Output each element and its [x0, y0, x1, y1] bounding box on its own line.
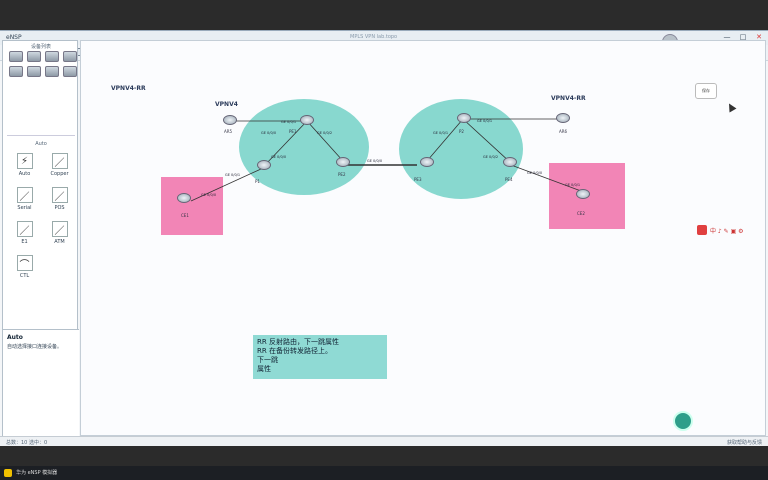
- port-label: GE 0/0/1: [281, 120, 297, 124]
- link: [426, 118, 464, 162]
- port-label: GE 0/0/0: [527, 171, 543, 175]
- note-line: RR 在备份转发路径上。: [257, 347, 332, 355]
- port-label: GE 0/0/1: [433, 131, 449, 135]
- router-label: PE1: [289, 129, 297, 134]
- port-label: GE 0/0/2: [483, 155, 499, 159]
- pos-cable-icon: ／: [51, 187, 68, 203]
- atm-cable-icon: ／: [51, 221, 68, 237]
- port-label: GE 0/0/1: [225, 173, 241, 177]
- status-count: 总数：10 选中：0: [6, 440, 48, 446]
- device-sidebar: 设备列表 Auto ⚡ Auto ／ Copper ／ Serial ／ POS…: [2, 40, 79, 437]
- link: [306, 120, 344, 162]
- cloud-device-icon[interactable]: [27, 66, 41, 77]
- router-label: P1: [255, 179, 260, 184]
- cables-title: Auto: [35, 141, 47, 147]
- note-line: RR 反射路由，下一跳属性: [257, 338, 339, 346]
- link-layer: [190, 118, 582, 202]
- taskbar-text: 华为 eNSP 模拟器: [16, 470, 58, 476]
- cable-label: Auto: [18, 171, 31, 177]
- cable-label: ATM: [54, 239, 65, 245]
- link: [510, 164, 582, 192]
- ime-toolbar[interactable]: 中 ♪ ✎ ▣ ⚙: [697, 225, 765, 235]
- note-line: 下一跳: [257, 356, 278, 364]
- router-icon[interactable]: [223, 115, 237, 125]
- router-label: CE2: [577, 211, 585, 216]
- router-icon[interactable]: [556, 113, 570, 123]
- router-device-icon[interactable]: [9, 51, 23, 62]
- router-icon[interactable]: [257, 160, 271, 170]
- other-device-icon[interactable]: [45, 66, 59, 77]
- router-label: P2: [459, 129, 464, 134]
- cable-label: CTL: [19, 273, 30, 279]
- cable-auto[interactable]: ⚡ Auto: [7, 153, 42, 177]
- ctl-cable-icon: ⌒: [16, 255, 33, 271]
- router-icon[interactable]: [177, 193, 191, 203]
- ime-logo-icon: [697, 225, 707, 235]
- app-taskbar-icon[interactable]: [4, 469, 12, 477]
- router-label: PE2: [338, 172, 346, 177]
- port-label: GE 0/0/1: [477, 119, 493, 123]
- router-icon[interactable]: [336, 157, 350, 167]
- note-textbox[interactable]: RR 反射路由，下一跳属性 RR 在备份转发路径上。 下一跳 属性: [253, 335, 387, 379]
- router-icon[interactable]: [576, 189, 590, 199]
- router-icon[interactable]: [420, 157, 434, 167]
- pc-device-icon[interactable]: [9, 66, 23, 77]
- port-label: GE 0/0/0: [367, 159, 383, 163]
- lightning-icon: ⚡: [16, 153, 33, 169]
- cable-label: Copper: [50, 171, 69, 177]
- zone-label-vpnv4-rr-right: VPNV4-RR: [551, 95, 586, 102]
- router-icon[interactable]: [503, 157, 517, 167]
- cable-device-icon[interactable]: [63, 66, 77, 77]
- cable-copper[interactable]: ／ Copper: [42, 153, 77, 177]
- router-label: CE1: [181, 213, 189, 218]
- zone-label-vpnv4-rr-left: VPNV4-RR: [111, 85, 146, 92]
- description-panel: Auto 自动选择接口连接设备。: [3, 329, 79, 437]
- ime-toolbar-text: 中 ♪ ✎ ▣ ⚙: [710, 227, 744, 235]
- taskbar: 华为 eNSP 模拟器: [0, 466, 768, 480]
- help-link[interactable]: 获取帮助与反馈: [727, 439, 762, 446]
- cable-serial[interactable]: ／ Serial: [7, 187, 42, 211]
- save-topology-button[interactable]: 保存: [695, 83, 717, 99]
- cable-list: ⚡ Auto ／ Copper ／ Serial ／ POS ／ E1 ／ AT…: [7, 153, 77, 279]
- cable-e1[interactable]: ／ E1: [7, 221, 42, 245]
- screen: eNSP MPLS VPN lab.topo — □ ✕ 设备列表 Auto ⚡…: [0, 0, 768, 480]
- wlan-device-icon[interactable]: [45, 51, 59, 62]
- router-label: AR5: [224, 129, 233, 134]
- router-label: PE3: [414, 177, 422, 182]
- cable-label: POS: [54, 205, 65, 211]
- description-text: 自动选择接口连接设备。: [7, 344, 63, 350]
- cable-label: Serial: [17, 205, 32, 211]
- switch-device-icon[interactable]: [27, 51, 41, 62]
- port-label: GE 0/0/0: [271, 155, 287, 159]
- port-label: GE 0/0/0: [201, 193, 217, 197]
- router-label: PE4: [505, 177, 513, 182]
- copper-cable-icon: ／: [51, 153, 68, 169]
- zone-label-vpnv4: VPNV4: [215, 101, 238, 108]
- serial-cable-icon: ／: [16, 187, 33, 203]
- topology-canvas[interactable]: VPNV4-RR VPNV4 VPNV4-RR AR5 PE1 P1 PE2 C…: [80, 40, 766, 436]
- cable-pos[interactable]: ／ POS: [42, 187, 77, 211]
- port-label: GE 0/0/2: [317, 131, 333, 135]
- cable-ctl[interactable]: ⌒ CTL: [7, 255, 42, 279]
- description-title: Auto: [7, 334, 23, 341]
- devices-title: 设备列表: [30, 44, 51, 50]
- router-icon[interactable]: [300, 115, 314, 125]
- router-label: AR6: [559, 129, 568, 134]
- port-label: GE 0/0/1: [565, 183, 581, 187]
- assistant-icon[interactable]: [673, 411, 693, 431]
- status-bar: 总数：10 选中：0 获取帮助与反馈: [0, 436, 768, 446]
- note-line: 属性: [257, 365, 271, 373]
- cable-atm[interactable]: ／ ATM: [42, 221, 77, 245]
- divider: [7, 135, 75, 136]
- port-label: GE 0/0/0: [261, 131, 277, 135]
- firewall-device-icon[interactable]: [63, 51, 77, 62]
- e1-cable-icon: ／: [16, 221, 33, 237]
- device-grid: [9, 51, 77, 77]
- router-icon[interactable]: [457, 113, 471, 123]
- top-bezel: [0, 0, 768, 30]
- cable-label: E1: [21, 239, 28, 245]
